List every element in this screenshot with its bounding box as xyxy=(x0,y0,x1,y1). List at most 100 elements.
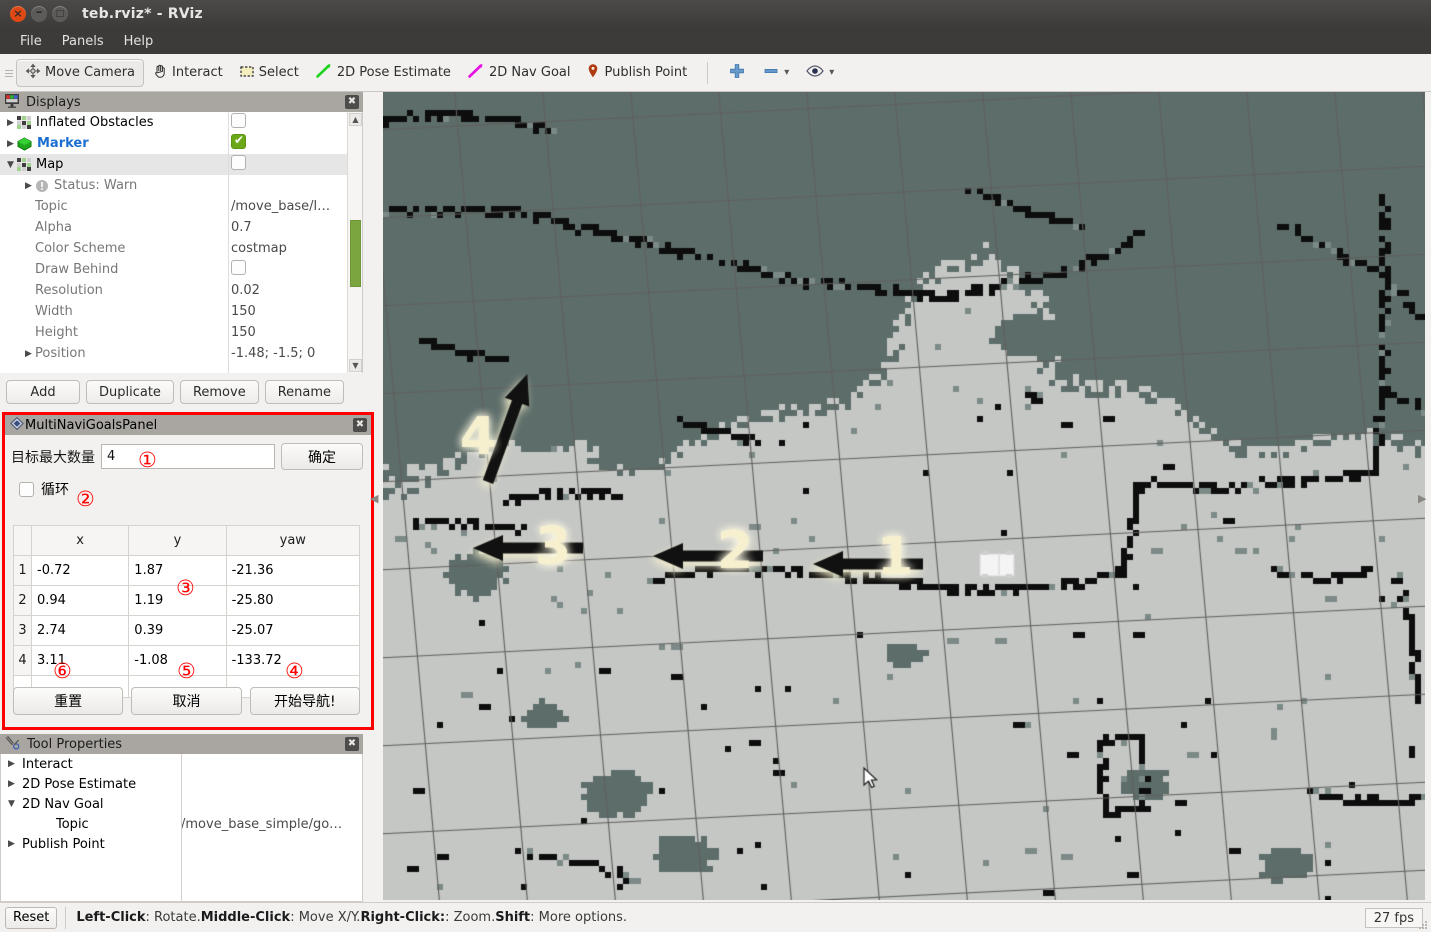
display-row-resolution[interactable]: Resolution 0.02 xyxy=(0,280,362,301)
tool-move-camera[interactable]: Move Camera xyxy=(16,58,145,87)
cycle-label: 循环 xyxy=(41,482,69,498)
expand-triangle-icon[interactable]: ▶ xyxy=(4,139,17,149)
display-row-position[interactable]: ▶ Position -1.48; -1.5; 0 xyxy=(0,343,362,364)
remove-display-button[interactable]: Remove xyxy=(179,380,259,404)
scroll-up-button[interactable]: ▲ xyxy=(349,113,362,126)
goal-cell-yaw[interactable]: -25.07 xyxy=(225,615,361,646)
display-visibility-checkbox[interactable] xyxy=(231,113,246,128)
add-panel-button[interactable] xyxy=(720,59,754,87)
display-visibility-checkbox[interactable] xyxy=(231,155,246,170)
chevron-down-icon[interactable]: ▾ xyxy=(784,67,789,78)
display-row-map[interactable]: ▼ Map xyxy=(0,154,362,175)
maximize-window-button[interactable]: □ xyxy=(52,6,68,22)
expand-triangle-icon[interactable]: ▶ xyxy=(22,349,35,359)
goal-cell-y[interactable]: 0.39 xyxy=(128,615,227,646)
display-row-value[interactable]: /move_base/l… xyxy=(228,199,362,214)
displays-panel-title: Displays xyxy=(26,94,81,110)
start-navigation-button[interactable]: 开始导航! xyxy=(249,687,360,715)
toolbar-drag-handle[interactable] xyxy=(4,63,14,83)
tool-move-camera-label: Move Camera xyxy=(45,65,136,80)
display-row-value[interactable]: costmap xyxy=(228,241,362,256)
expand-triangle-icon[interactable]: ▶ xyxy=(5,839,18,849)
scrollbar-thumb[interactable] xyxy=(350,220,361,287)
expand-triangle-icon[interactable]: ▼ xyxy=(4,160,17,170)
tool-select[interactable]: Select xyxy=(231,59,307,87)
tool-interact[interactable]: Interact xyxy=(144,59,231,87)
close-tool-properties-button[interactable]: ✖ xyxy=(345,737,359,751)
display-row-alpha[interactable]: Alpha 0.7 xyxy=(0,217,362,238)
remove-panel-button[interactable]: ▾ xyxy=(754,59,797,87)
display-row-status-warn[interactable]: ▶ Status: Warn xyxy=(0,175,362,196)
tool-2d-nav-goal[interactable]: 2D Nav Goal xyxy=(459,59,579,87)
display-visibility-checkbox[interactable] xyxy=(231,134,246,149)
max-goals-input[interactable]: 4 xyxy=(101,444,275,469)
goal-cell-yaw[interactable]: -21.36 xyxy=(225,555,361,586)
confirm-button[interactable]: 确定 xyxy=(281,443,363,470)
goal-cell-x[interactable]: 3.11 xyxy=(30,645,130,676)
display-row-value[interactable] xyxy=(228,155,362,174)
resize-grip[interactable] xyxy=(1417,919,1429,931)
display-row-value[interactable]: 0.02 xyxy=(228,283,362,298)
display-row-width[interactable]: Width 150 xyxy=(0,301,362,322)
scroll-down-button[interactable]: ▼ xyxy=(349,359,362,372)
right-panel-collapse-arrow[interactable]: ▶ xyxy=(1418,492,1426,505)
displays-tree[interactable]: ▶ Inflated Obstacles▶ Marker▼ Map ▶ xyxy=(0,112,363,373)
tool-properties-tree[interactable]: ▶ Interact ▶ 2D Pose Estimate ▼ 2D Nav Goal To… xyxy=(0,754,363,902)
display-row-value[interactable]: 150 xyxy=(228,304,362,319)
close-displays-panel-button[interactable]: ✖ xyxy=(345,95,359,109)
display-row-label: Color Scheme xyxy=(35,241,126,256)
col-yaw: yaw xyxy=(225,525,361,556)
add-display-button[interactable]: Add xyxy=(6,380,80,404)
chevron-down-icon-2[interactable]: ▾ xyxy=(829,67,834,78)
tool-properties-panel: Tool Properties ✖ ▶ Interact ▶ 2D Pose Esti… xyxy=(0,734,363,902)
tools-icon xyxy=(4,735,21,754)
display-visibility-checkbox[interactable] xyxy=(231,260,246,275)
menu-panels[interactable]: Panels xyxy=(52,32,114,51)
display-row-draw-behind[interactable]: Draw Behind xyxy=(0,259,362,280)
tool-publish-point[interactable]: Publish Point xyxy=(578,59,695,87)
cancel-button[interactable]: 取消 xyxy=(131,687,242,715)
display-row-value[interactable] xyxy=(228,113,362,132)
left-panel-collapse-arrow[interactable]: ◀ xyxy=(370,492,378,505)
reset-goals-button[interactable]: 重置 xyxy=(13,687,124,715)
display-row-value[interactable]: -1.48; -1.5; 0 xyxy=(228,346,362,361)
display-row-color-scheme[interactable]: Color Scheme costmap xyxy=(0,238,362,259)
display-row-topic[interactable]: Topic/move_base/l… xyxy=(0,196,362,217)
expand-triangle-icon[interactable]: ▶ xyxy=(5,759,18,769)
goal-cell-x[interactable]: -0.72 xyxy=(30,555,130,586)
status-message-part: : Zoom. xyxy=(445,910,496,925)
duplicate-display-button[interactable]: Duplicate xyxy=(86,380,174,404)
expand-triangle-icon[interactable]: ▶ xyxy=(4,118,17,128)
goal-cell-x[interactable]: 0.94 xyxy=(30,585,130,616)
display-row-label: Resolution xyxy=(35,283,103,298)
expand-triangle-icon[interactable]: ▶ xyxy=(22,181,35,191)
menu-file[interactable]: File xyxy=(10,32,52,51)
goal-cell-yaw[interactable]: -25.80 xyxy=(225,585,361,616)
menu-help[interactable]: Help xyxy=(114,32,164,51)
rename-display-button[interactable]: Rename xyxy=(264,380,345,404)
display-row-label: Draw Behind xyxy=(35,262,119,277)
close-window-button[interactable]: × xyxy=(10,6,26,22)
menu-bar: File Panels Help xyxy=(0,28,1431,54)
tool-property-value[interactable]: /move_base_simple/go… xyxy=(181,817,362,832)
display-row-value[interactable] xyxy=(228,134,362,153)
3d-render-view[interactable] xyxy=(383,92,1425,900)
expand-triangle-icon[interactable]: ▶ xyxy=(5,779,18,789)
displays-scrollbar[interactable]: ▲ ▼ xyxy=(347,112,362,373)
close-mngp-button[interactable]: ✖ xyxy=(353,418,367,432)
goal-row[interactable]: 3 2.74 0.39 -25.07 xyxy=(13,615,361,646)
display-row-value[interactable]: 0.7 xyxy=(228,220,362,235)
expand-triangle-icon[interactable]: ▼ xyxy=(5,799,18,809)
reset-view-button[interactable]: Reset xyxy=(5,906,58,929)
display-row-marker[interactable]: ▶ Marker xyxy=(0,133,362,154)
goal-cell-x[interactable]: 2.74 xyxy=(30,615,130,646)
display-row-inflated-obstacles[interactable]: ▶ Inflated Obstacles xyxy=(0,112,362,133)
display-row-value[interactable]: 150 xyxy=(228,325,362,340)
display-row-height[interactable]: Height 150 xyxy=(0,322,362,343)
cycle-checkbox[interactable] xyxy=(19,481,34,497)
visibility-button[interactable]: ▾ xyxy=(797,59,842,87)
minimize-window-button[interactable]: – xyxy=(31,6,47,22)
occupancy-grid-map xyxy=(383,92,1425,900)
display-row-value[interactable] xyxy=(228,260,362,279)
tool-2d-pose-estimate[interactable]: 2D Pose Estimate xyxy=(307,59,459,87)
